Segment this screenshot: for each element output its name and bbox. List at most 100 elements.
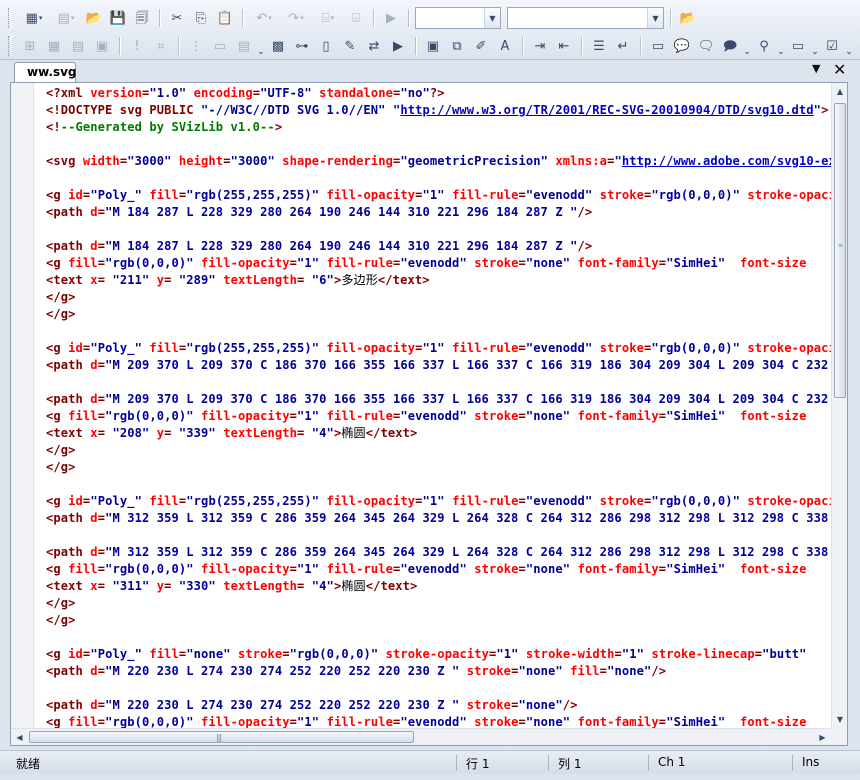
code-line[interactable]: </g> <box>46 595 831 612</box>
dropdown-combo-2[interactable]: ▼ <box>507 7 664 29</box>
copy-doc-icon[interactable]: ⧉ <box>446 35 468 57</box>
list-icon[interactable]: ▤ <box>233 35 255 57</box>
browser-icon[interactable]: ▣ <box>422 35 444 57</box>
comment-box-icon[interactable]: ▭ <box>647 35 669 57</box>
code-line[interactable]: <g fill="rgb(0,0,0)" fill-opacity="1" fi… <box>46 255 831 272</box>
validate-icon[interactable]: ☑ <box>821 35 843 57</box>
code-line[interactable]: <g id = "Poly_" fill = "rgb(255,255,255)" fi… <box>46 340 831 357</box>
pin-icon[interactable]: ⚲ <box>753 35 775 57</box>
code-line[interactable]: </g> <box>46 612 831 629</box>
window-icon[interactable]: ▭ <box>787 35 809 57</box>
close-icon[interactable]: ✕ <box>833 60 846 79</box>
open-folder-icon[interactable]: 📂 <box>83 7 105 29</box>
code-line[interactable]: <g id="Poly_" fill="none" stroke="rgb(0,… <box>46 646 831 663</box>
wrap-icon[interactable]: ↵ <box>612 35 634 57</box>
toolbar-grip[interactable] <box>8 36 12 56</box>
toolbar-overflow-chevron-icon[interactable]: ⌄ <box>776 35 786 57</box>
scroll-up-icon[interactable]: ▲ <box>832 83 847 100</box>
redo-icon[interactable]: ↷ ▾ <box>281 7 311 29</box>
sql-run-icon[interactable]: ⌗ <box>150 35 172 57</box>
scroll-left-icon[interactable]: ◀ <box>11 729 28 745</box>
code-token[interactable]: http://www.adobe.com/svg10-extensions <box>622 154 831 168</box>
play-green-icon[interactable]: ▶ <box>387 35 409 57</box>
vertical-scroll-thumb[interactable]: ≡ <box>834 103 846 398</box>
cut-icon[interactable]: ✂ <box>166 7 188 29</box>
horizontal-scrollbar[interactable]: ◀ ||| ▶ <box>11 728 831 745</box>
code-line[interactable] <box>46 170 831 187</box>
align-icon[interactable]: ☰ <box>588 35 610 57</box>
toolbar-overflow-chevron-icon[interactable]: ⌄ <box>810 35 820 57</box>
chevron-down-icon[interactable]: ▾ <box>300 14 304 22</box>
code-line[interactable]: <path d="M 220 230 L 274 230 274 252 220… <box>46 663 831 680</box>
code-line[interactable]: <svg width="3000" height="3000" shape-re… <box>46 153 831 170</box>
open-project-icon[interactable]: 📂 <box>677 7 699 29</box>
code-line[interactable]: <g id = "Poly_" fill = "rgb(255,255,255)" fi… <box>46 187 831 204</box>
code-line[interactable]: <path d="M 220 230 L 274 230 274 252 220… <box>46 697 831 714</box>
code-line[interactable]: <text x= "311" y= "330" textLength= "4">… <box>46 578 831 595</box>
code-line[interactable]: <path d="M 312 359 L 312 359 C 286 359 2… <box>46 510 831 527</box>
code-line[interactable]: </g> <box>46 306 831 323</box>
editor-gutter[interactable] <box>11 83 34 745</box>
code-line[interactable]: <path d="M 184 287 L 228 329 280 264 190… <box>46 238 831 255</box>
code-editor[interactable]: <?xml version = "1.0" encoding = "UTF-8" sta… <box>10 82 848 746</box>
code-line[interactable]: <!--Generated by SVizLib v1.0--> <box>46 119 831 136</box>
grid-icon[interactable]: ▦ <box>43 35 65 57</box>
db-icon[interactable]: ▣ <box>91 35 113 57</box>
outdent-icon[interactable]: ⇤ <box>553 35 575 57</box>
edit-icon[interactable]: ✎ <box>339 35 361 57</box>
code-line[interactable] <box>46 476 831 493</box>
code-line[interactable]: <g fill="rgb(0,0,0)" fill-opacity="1" fi… <box>46 408 831 425</box>
chevron-down-icon[interactable]: ▾ <box>71 14 75 22</box>
convert-icon[interactable]: ⇄ <box>363 35 385 57</box>
code-line[interactable]: <g fill="rgb(0,0,0)" fill-opacity="1" fi… <box>46 561 831 578</box>
code-line[interactable]: <text x= "208" y= "339" textLength= "4">… <box>46 425 831 442</box>
table-icon[interactable]: ⊞ <box>19 35 41 57</box>
speech-prev-icon[interactable]: 🗩 <box>719 35 741 57</box>
code-line[interactable]: </g> <box>46 459 831 476</box>
save-all-icon[interactable]: 🗐 <box>131 7 153 29</box>
bookmark-icon[interactable]: ⌺ <box>345 7 367 29</box>
vertical-scrollbar[interactable]: ▲ ≡ ▼ <box>831 83 847 728</box>
code-line[interactable]: <path d="M 209 370 L 209 370 C 186 370 1… <box>46 357 831 374</box>
code-line[interactable]: <g fill="rgb(0,0,0)" fill-opacity="1" fi… <box>46 714 831 729</box>
code-line[interactable]: <text x= "211" y= "289" textLength= "6">… <box>46 272 831 289</box>
undo-icon[interactable]: ↶ ▾ <box>249 7 279 29</box>
toolbar-overflow-chevron-icon[interactable]: ⌄ <box>742 35 752 57</box>
new-element-icon[interactable]: ▩ <box>267 35 289 57</box>
dropdown-combo-1[interactable]: ▼ <box>415 7 501 29</box>
run-icon[interactable]: ▶ <box>380 7 402 29</box>
code-line[interactable] <box>46 323 831 340</box>
horizontal-scroll-thumb[interactable]: ||| <box>29 731 414 743</box>
code-line[interactable] <box>46 629 831 646</box>
code-line[interactable]: </g> <box>46 442 831 459</box>
code-line[interactable] <box>46 527 831 544</box>
chevron-down-icon[interactable]: ▼ <box>484 8 500 28</box>
scroll-down-icon[interactable]: ▼ <box>832 711 847 728</box>
tree-view-icon[interactable]: ⊶ <box>291 35 313 57</box>
code-line[interactable]: <path d="M 209 370 L 209 370 C 186 370 1… <box>46 391 831 408</box>
toolbar-grip[interactable] <box>8 8 12 28</box>
highlight-icon[interactable]: ✐ <box>470 35 492 57</box>
speech-icon[interactable]: 💬 <box>671 35 693 57</box>
font-icon[interactable]: A <box>494 35 516 57</box>
code-line[interactable]: <path d="M 184 287 L 228 329 280 264 190… <box>46 204 831 221</box>
paste-icon[interactable]: 📋 <box>214 7 236 29</box>
tab-ww-svg[interactable]: ww.svg <box>14 62 77 83</box>
toolbar-overflow-chevron-icon[interactable]: ⌄ <box>844 35 854 57</box>
tree-icon[interactable]: ⋮ <box>185 35 207 57</box>
speech-next-icon[interactable]: 🗨 <box>695 35 717 57</box>
code-line[interactable] <box>46 221 831 238</box>
new-file-icon[interactable]: ▦ ▾ <box>19 7 49 29</box>
code-line[interactable] <box>46 680 831 697</box>
scroll-right-icon[interactable]: ▶ <box>814 729 831 745</box>
save-icon[interactable]: 💾 <box>107 7 129 29</box>
copy-icon[interactable]: ⎘ <box>190 7 212 29</box>
chevron-down-icon[interactable]: ▾ <box>331 14 335 22</box>
toolbar-overflow-chevron-icon[interactable]: ⌄ <box>256 35 266 57</box>
new-window-icon[interactable]: ▤ ▾ <box>51 7 81 29</box>
code-line[interactable]: <?xml version="1.0" encoding="UTF-8" sta… <box>46 85 831 102</box>
chevron-down-icon[interactable]: ▾ <box>268 14 272 22</box>
code-line[interactable]: <!DOCTYPE svg PUBLIC "-//W3C//DTD SVG 1.… <box>46 102 831 119</box>
indent-icon[interactable]: ⇥ <box>529 35 551 57</box>
code-line[interactable] <box>46 374 831 391</box>
